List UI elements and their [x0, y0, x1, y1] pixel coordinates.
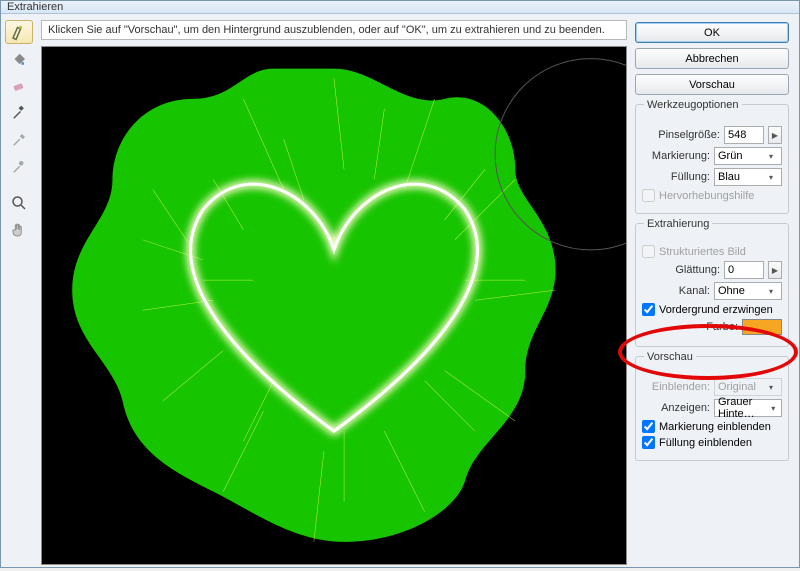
channel-select[interactable]: Ohne▾ [714, 282, 782, 300]
smart-highlight-checkbox [642, 189, 655, 202]
fill-select[interactable]: Blau▾ [714, 168, 782, 186]
right-panel: OK Abbrechen Vorschau Werkzeugoptionen P… [631, 14, 799, 571]
preview-button[interactable]: Vorschau [635, 74, 789, 95]
highlight-select[interactable]: Grün▾ [714, 147, 782, 165]
show-highlight-checkbox[interactable] [642, 420, 655, 433]
color-label: Farbe: [706, 321, 738, 333]
extraction-legend: Extrahierung [644, 218, 712, 230]
canvas-image [42, 47, 626, 564]
fill-label: Füllung: [671, 171, 710, 183]
brush-size-flyout[interactable]: ▶ [768, 126, 782, 144]
chevron-down-icon: ▾ [764, 378, 778, 396]
hint-text: Klicken Sie auf "Vorschau", um den Hinte… [48, 24, 605, 36]
ok-button[interactable]: OK [635, 22, 789, 43]
force-foreground-label: Vordergrund erzwingen [659, 304, 773, 316]
chevron-down-icon: ▾ [764, 168, 778, 186]
highlight-label: Markierung: [652, 150, 710, 162]
preview-canvas[interactable] [41, 46, 627, 565]
titlebar[interactable]: Extrahieren [1, 1, 799, 14]
preview-legend: Vorschau [644, 351, 696, 363]
show-fill-checkbox[interactable] [642, 436, 655, 449]
textured-checkbox [642, 245, 655, 258]
window-title: Extrahieren [7, 1, 63, 13]
textured-label: Strukturiertes Bild [659, 246, 746, 258]
tool-toolbar [1, 14, 39, 571]
smooth-flyout[interactable]: ▶ [768, 261, 782, 279]
brush-size-label: Pinselgröße: [658, 129, 720, 141]
eyedropper-tool[interactable] [5, 101, 33, 125]
show-label: Einblenden: [652, 381, 710, 393]
smooth-input[interactable]: 0 [724, 261, 764, 279]
hand-tool[interactable] [5, 218, 33, 242]
force-foreground-checkbox[interactable] [642, 303, 655, 316]
edge-touchup-tool[interactable] [5, 155, 33, 179]
extraction-group: Extrahierung Strukturiertes Bild Glättun… [635, 223, 789, 347]
channel-label: Kanal: [679, 285, 710, 297]
zoom-tool[interactable] [5, 191, 33, 215]
chevron-down-icon: ▾ [768, 399, 778, 417]
tool-options-group: Werkzeugoptionen Pinselgröße: 548 ▶ Mark… [635, 104, 789, 214]
smooth-label: Glättung: [675, 264, 720, 276]
show-select: Original▾ [714, 378, 782, 396]
hint-bar: Klicken Sie auf "Vorschau", um den Hinte… [41, 20, 627, 40]
chevron-down-icon: ▾ [764, 282, 778, 300]
show-fill-label: Füllung einblenden [659, 437, 752, 449]
edge-highlighter-tool[interactable] [5, 20, 33, 44]
eraser-tool[interactable] [5, 74, 33, 98]
display-select[interactable]: Grauer Hinte…▾ [714, 399, 782, 417]
cancel-button[interactable]: Abbrechen [635, 48, 789, 69]
smart-highlight-label: Hervorhebungshilfe [659, 190, 754, 202]
cleanup-tool[interactable] [5, 128, 33, 152]
fill-tool[interactable] [5, 47, 33, 71]
brush-size-input[interactable]: 548 [724, 126, 764, 144]
display-label: Anzeigen: [661, 402, 710, 414]
color-swatch[interactable] [742, 319, 782, 335]
tool-options-legend: Werkzeugoptionen [644, 99, 742, 111]
chevron-down-icon: ▾ [764, 147, 778, 165]
preview-group: Vorschau Einblenden: Original▾ Anzeigen:… [635, 356, 789, 461]
extract-dialog: Extrahieren Klicken Sie auf "Vorschau", … [0, 0, 800, 568]
show-highlight-label: Markierung einblenden [659, 421, 771, 433]
